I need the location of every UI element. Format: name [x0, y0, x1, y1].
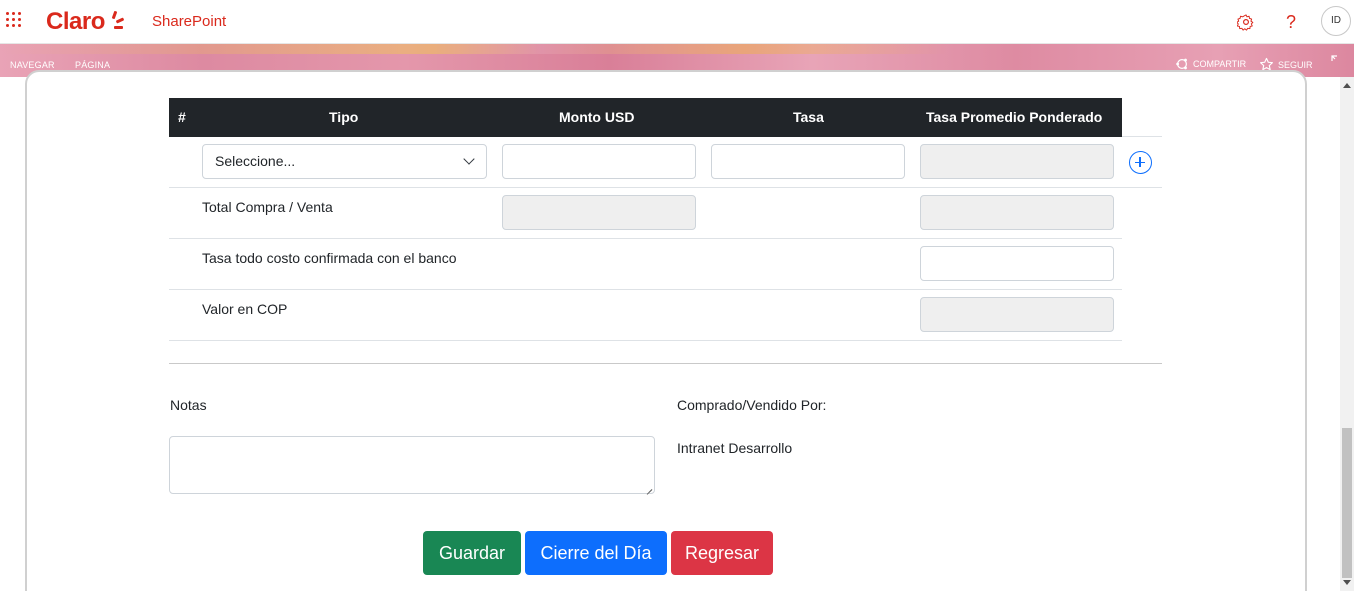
form-area: # Tipo Monto USD Tasa Tasa Promedio Pond… [0, 0, 1354, 591]
close-day-button[interactable]: Cierre del Día [525, 531, 667, 575]
scroll-up-icon[interactable] [1343, 83, 1351, 88]
scroll-down-icon[interactable] [1343, 580, 1351, 585]
header-number: # [178, 109, 186, 125]
header-monto-usd: Monto USD [559, 109, 635, 125]
vertical-scrollbar[interactable] [1340, 77, 1354, 591]
tasa-promedio-field [920, 144, 1114, 179]
total-tasa-promedio-field [920, 195, 1114, 230]
header-tasa: Tasa [793, 109, 824, 125]
tasa-todo-costo-label: Tasa todo costo confirmada con el banco [202, 250, 457, 266]
add-row-icon[interactable] [1129, 151, 1152, 174]
tipo-select-value: Seleccione... [215, 153, 296, 169]
valor-cop-label: Valor en COP [202, 301, 288, 317]
back-button[interactable]: Regresar [671, 531, 773, 575]
notes-textarea[interactable] [169, 436, 655, 495]
divider [1122, 136, 1162, 137]
tipo-select[interactable]: Seleccione... [202, 144, 487, 179]
row-divider [169, 238, 1122, 239]
monto-usd-input[interactable] [502, 144, 696, 179]
section-divider [169, 363, 1162, 364]
row-divider [169, 289, 1122, 290]
buyer-label: Comprado/Vendido Por: [677, 397, 827, 413]
tasa-input[interactable] [711, 144, 905, 179]
chevron-down-icon [463, 153, 475, 165]
row-divider [169, 187, 1162, 188]
notes-label: Notas [170, 397, 207, 413]
resize-handle-icon[interactable] [644, 483, 653, 495]
total-label: Total Compra / Venta [202, 199, 333, 215]
table-header: # Tipo Monto USD Tasa Tasa Promedio Pond… [169, 98, 1122, 137]
scroll-thumb[interactable] [1342, 428, 1352, 578]
save-button[interactable]: Guardar [423, 531, 521, 575]
valor-cop-field [920, 297, 1114, 332]
total-monto-field [502, 195, 696, 230]
tasa-todo-costo-input[interactable] [920, 246, 1114, 281]
header-tasa-promedio: Tasa Promedio Ponderado [926, 109, 1103, 125]
buyer-value: Intranet Desarrollo [677, 440, 793, 456]
row-divider [169, 340, 1122, 341]
header-tipo: Tipo [329, 109, 359, 125]
